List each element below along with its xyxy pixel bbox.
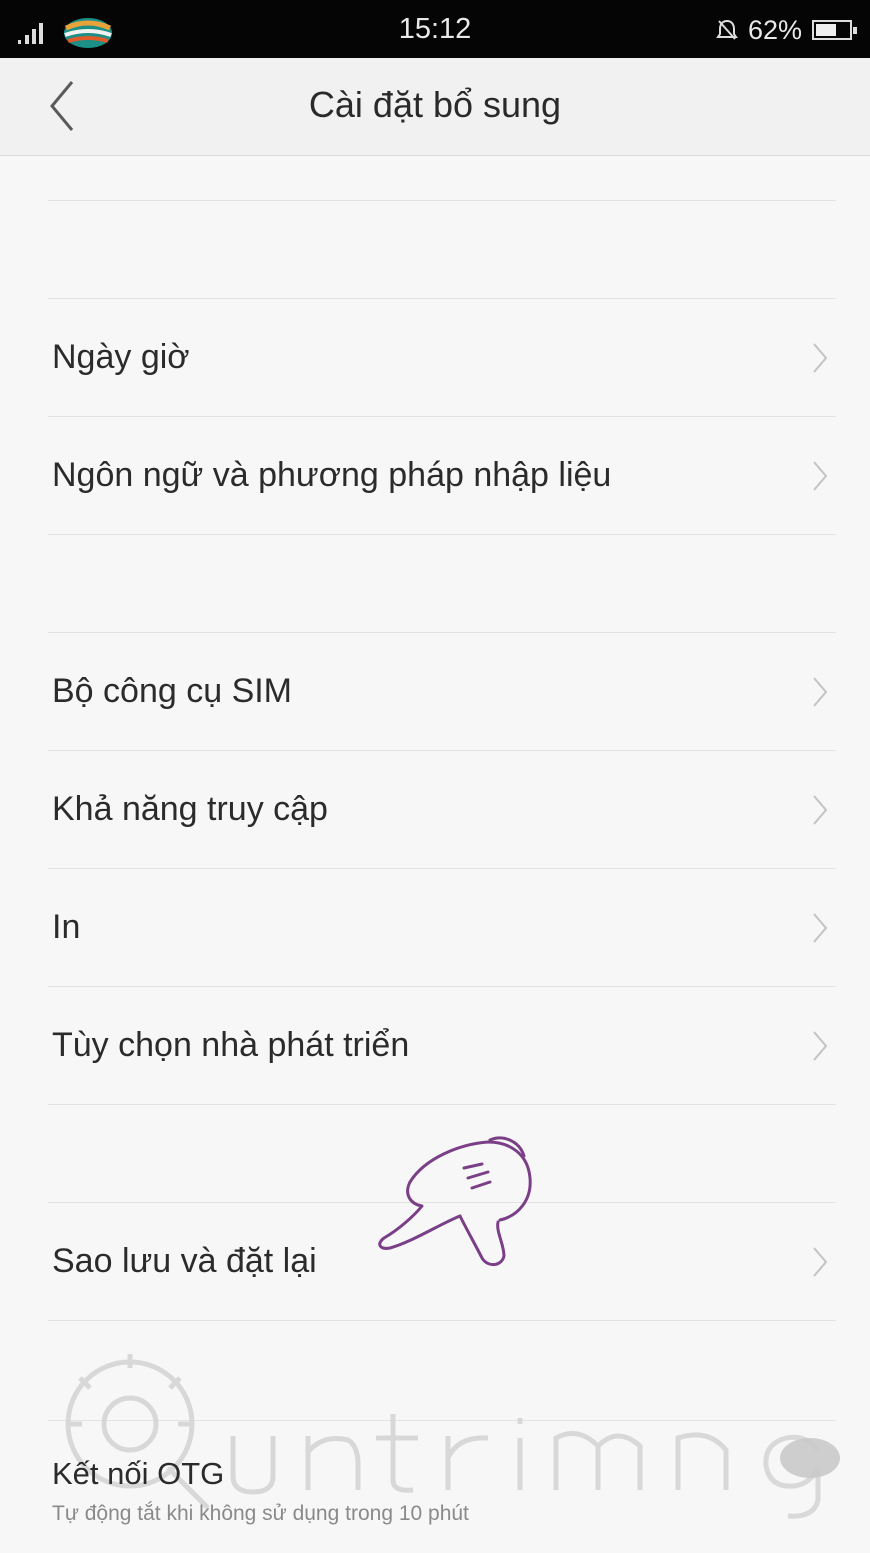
chevron-right-icon xyxy=(813,343,828,373)
chevron-right-icon xyxy=(813,1247,828,1277)
alarm-icon xyxy=(716,19,738,40)
settings-item-label: Bộ công cụ SIM xyxy=(52,672,293,710)
settings-item-developer-options[interactable]: Tùy chọn nhà phát triển xyxy=(0,988,870,1104)
settings-item-backup-reset[interactable]: Sao lưu và đặt lại xyxy=(0,1204,870,1320)
divider xyxy=(48,416,836,417)
divider xyxy=(48,534,836,535)
settings-item-print[interactable]: In xyxy=(0,870,870,986)
settings-item-label: In xyxy=(52,908,81,946)
divider xyxy=(48,200,836,201)
settings-item-accessibility[interactable]: Khả năng truy cập xyxy=(0,752,870,868)
divider xyxy=(48,1320,836,1321)
battery-icon xyxy=(812,20,857,40)
status-right: 62% xyxy=(716,13,857,47)
otg-title: Kết nối OTG xyxy=(52,1456,225,1491)
page-title: Cài đặt bổ sung xyxy=(308,84,562,125)
battery-percent: 62% xyxy=(747,14,802,45)
divider xyxy=(48,750,836,751)
app-header: Cài đặt bổ sung xyxy=(0,58,870,156)
settings-item-label: Khả năng truy cập xyxy=(52,790,328,828)
chevron-right-icon xyxy=(813,913,828,943)
settings-item-label: Ngôn ngữ và phương pháp nhập liệu xyxy=(52,456,612,494)
divider xyxy=(48,1420,836,1421)
divider xyxy=(48,1104,836,1105)
settings-item-date-time[interactable]: Ngày giờ xyxy=(0,300,870,416)
chevron-right-icon xyxy=(813,461,828,491)
divider xyxy=(48,632,836,633)
chevron-right-icon xyxy=(813,1031,828,1061)
divider xyxy=(48,298,836,299)
chevron-right-icon xyxy=(813,677,828,707)
battery-level xyxy=(816,24,836,36)
otg-subtitle: Tự động tắt khi không sử dụng trong 10 p… xyxy=(52,1502,469,1525)
chevron-right-icon xyxy=(813,795,828,825)
settings-item-label: Ngày giờ xyxy=(52,338,190,376)
divider xyxy=(48,986,836,987)
divider xyxy=(48,1202,836,1203)
settings-item-sim-toolkit[interactable]: Bộ công cụ SIM xyxy=(0,634,870,750)
settings-item-label: Tùy chọn nhà phát triển xyxy=(52,1026,410,1064)
divider xyxy=(48,868,836,869)
status-bar: 15:12 62% xyxy=(0,0,870,58)
settings-item-language-input[interactable]: Ngôn ngữ và phương pháp nhập liệu xyxy=(0,418,870,534)
settings-item-label: Sao lưu và đặt lại xyxy=(52,1242,317,1280)
